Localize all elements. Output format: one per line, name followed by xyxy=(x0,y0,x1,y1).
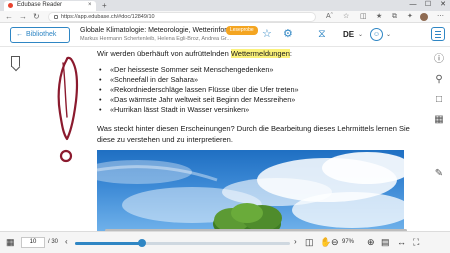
list-item: «Das wärmste Jahr weltweit seit Beginn d… xyxy=(97,95,299,105)
sky-tree-photo xyxy=(97,150,404,231)
tab-title: Edubase Reader xyxy=(17,2,63,8)
current-page-input[interactable]: 10 xyxy=(21,237,45,248)
list-item: «Der heisseste Sommer seit Menschengeden… xyxy=(97,65,299,75)
tab-close-button[interactable]: × xyxy=(88,2,92,9)
language-selector[interactable]: DE xyxy=(343,29,354,40)
read-aloud-icon[interactable]: ⧖ xyxy=(318,28,326,41)
star-icon[interactable]: ☆ xyxy=(262,28,272,41)
chevron-down-icon[interactable]: ⌄ xyxy=(386,30,391,40)
bookmark-icon[interactable] xyxy=(11,56,20,67)
browser-tab[interactable]: Edubase Reader × xyxy=(4,1,96,11)
settings-gear-icon[interactable]: ⚙ xyxy=(283,28,293,41)
back-arrow-icon: ← xyxy=(16,31,23,38)
new-tab-button[interactable]: + xyxy=(102,1,107,10)
two-page-view-icon[interactable]: ◫ xyxy=(305,236,314,248)
book-authors: Markus Hermann Schertenleib, Helena Egli… xyxy=(80,36,232,42)
forward-arrow-icon[interactable]: → xyxy=(19,12,27,22)
zoom-level[interactable]: 97% xyxy=(342,238,354,247)
read-aloud-icon[interactable]: Aˆ xyxy=(326,12,333,22)
book-title: Globale Klimatologie: Meteorologie, Wett… xyxy=(80,27,239,34)
reader-header: ← Bibliothek Globale Klimatologie: Meteor… xyxy=(0,23,450,47)
pen-icon[interactable]: ✎ xyxy=(433,168,445,180)
thumbs-icon[interactable]: ✋ xyxy=(320,236,331,248)
search-icon[interactable]: ⚲ xyxy=(433,74,445,86)
body-paragraph: Was steckt hinter diesen Erscheinungen? … xyxy=(97,124,410,144)
page-progress-handle[interactable] xyxy=(137,239,146,247)
sky-tree-illustration xyxy=(97,152,404,231)
chevron-down-icon[interactable]: ⌄ xyxy=(358,30,363,40)
headline-list: «Der heisseste Sommer seit Menschengeden… xyxy=(97,65,299,115)
previous-page-icon[interactable]: ‹ xyxy=(65,236,68,248)
fit-width-icon[interactable]: ↔ xyxy=(397,236,406,248)
window-close-button[interactable]: ✕ xyxy=(436,0,450,10)
preview-badge: Leseprobe xyxy=(226,26,258,35)
layers-icon[interactable]: ▦ xyxy=(433,114,445,126)
favorite-star-icon[interactable]: ☆ xyxy=(343,12,349,22)
highlighted-word[interactable]: Wettermeldungen xyxy=(230,49,290,58)
window-maximize-button[interactable]: ☐ xyxy=(421,0,435,10)
window-minimize-button[interactable]: — xyxy=(406,0,420,10)
extensions-icon[interactable]: ✦ xyxy=(407,12,413,22)
document-page: Wir werden überhäuft von aufrüttelnden W… xyxy=(33,47,428,231)
url-text[interactable]: https://app.edubase.ch/#doc/12849/10 xyxy=(61,14,155,21)
browser-profile-avatar[interactable] xyxy=(420,13,428,21)
list-item: «Hurrikan lässt Stadt in Wasser versinke… xyxy=(97,105,299,115)
lock-icon xyxy=(54,15,58,19)
back-arrow-icon[interactable]: ← xyxy=(5,12,13,22)
right-toolbar: ⓘ ⚲ □ ▦ ✎ xyxy=(428,48,450,231)
fit-page-icon[interactable]: ▤ xyxy=(381,236,390,248)
favorites-icon[interactable]: ★ xyxy=(376,12,382,22)
page-progress-fill xyxy=(75,242,142,245)
list-item: «Rekordniederschläge lassen Flüsse über … xyxy=(97,85,299,95)
total-pages: / 30 xyxy=(48,239,59,245)
browser-tabstrip: Edubase Reader × + — ☐ ✕ xyxy=(0,0,450,11)
split-screen-icon[interactable]: ◫ xyxy=(360,12,367,22)
fullscreen-icon[interactable]: ⛶ xyxy=(413,236,419,248)
sidebar-menu-icon[interactable] xyxy=(431,27,445,41)
left-rail xyxy=(0,48,33,231)
intro-suffix: : xyxy=(289,49,292,58)
next-page-icon[interactable]: › xyxy=(294,236,297,248)
page-progress-slider[interactable] xyxy=(75,239,290,247)
browser-toolbar: ← → ↻ https://app.edubase.ch/#doc/12849/… xyxy=(0,11,450,23)
intro-text: Wir werden überhäuft von aufrüttelnden W… xyxy=(97,49,292,59)
library-back-label: Bibliothek xyxy=(26,31,57,38)
collections-icon[interactable]: ⧉ xyxy=(392,12,397,22)
notes-icon[interactable]: □ xyxy=(433,94,445,106)
address-bar[interactable]: https://app.edubase.ch/#doc/12849/10 xyxy=(48,12,316,22)
library-back-button[interactable]: ← Bibliothek xyxy=(10,27,70,43)
intro-prefix: Wir werden überhäuft von aufrüttelnden xyxy=(97,49,231,58)
page-grid-icon[interactable]: ▦ xyxy=(6,236,15,248)
edubase-favicon-icon xyxy=(8,3,13,8)
page-navigation-bar: ▦ 10 / 30 ‹ › ◫ ✋ ⊖ 97% ⊕ ▤ ↔ ⛶ xyxy=(0,231,450,253)
zoom-out-icon[interactable]: ⊖ xyxy=(331,236,339,248)
list-item: «Schneefall in der Sahara» xyxy=(97,75,299,85)
reload-icon[interactable]: ↻ xyxy=(33,12,40,22)
user-account-icon[interactable]: ☺ xyxy=(370,28,383,41)
help-icon[interactable]: ⓘ xyxy=(433,54,445,66)
zoom-in-icon[interactable]: ⊕ xyxy=(367,236,375,248)
handwritten-exclamation-annotation[interactable] xyxy=(47,55,87,167)
browser-menu-icon[interactable]: ⋯ xyxy=(437,12,444,22)
